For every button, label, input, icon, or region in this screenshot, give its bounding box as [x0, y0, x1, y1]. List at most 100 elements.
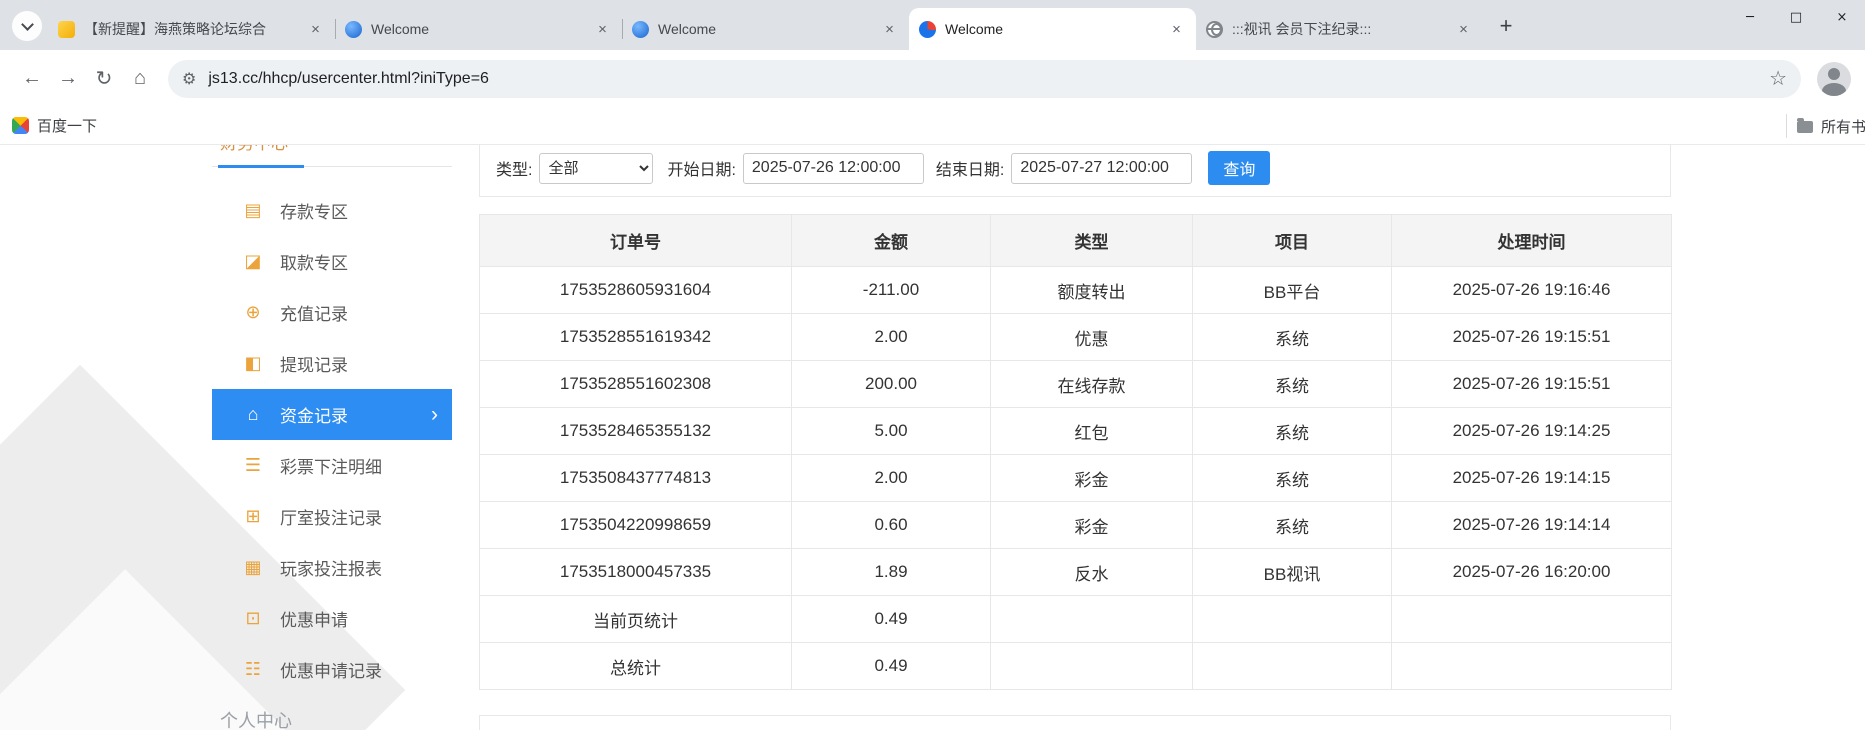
table-cell: [1392, 643, 1672, 690]
withdraw-icon: ◪: [242, 251, 264, 272]
tab-close-icon[interactable]: ×: [593, 20, 612, 39]
table-cell: BB视讯: [1193, 549, 1392, 596]
tab-strip: 【新提醒】海燕策略论坛综合×Welcome×Welcome×Welcome×::…: [0, 0, 1865, 50]
home-button[interactable]: ⌂: [122, 61, 158, 97]
table-row: 1753528605931604-211.00额度转出BB平台2025-07-2…: [480, 267, 1672, 314]
sidebar-item[interactable]: ⊕充值记录: [212, 287, 452, 338]
column-header: 订单号: [480, 215, 792, 267]
table-cell: 2025-07-26 19:16:46: [1392, 267, 1672, 314]
sidebar-item-label: 充值记录: [280, 300, 348, 325]
tab-close-icon[interactable]: ×: [306, 20, 325, 39]
table-cell: 1753518000457335: [480, 549, 792, 596]
sidebar-section-personal-label: 个人中心: [212, 707, 452, 730]
close-button[interactable]: ×: [1819, 0, 1865, 34]
profile-avatar[interactable]: [1817, 62, 1851, 96]
sidebar-item[interactable]: ⊞厅室投注记录: [212, 491, 452, 542]
sidebar-item-label: 取款专区: [280, 249, 348, 274]
table-row: 1753528551602308200.00在线存款系统2025-07-26 1…: [480, 361, 1672, 408]
tab-close-icon[interactable]: ×: [1454, 20, 1473, 39]
promo-record-icon: ☷: [242, 659, 264, 680]
table-cell: 2025-07-26 19:14:14: [1392, 502, 1672, 549]
table-row: 17535284653551325.00红包系统2025-07-26 19:14…: [480, 408, 1672, 455]
browser-tab[interactable]: :::视讯 会员下注纪录:::×: [1196, 8, 1483, 50]
browser-tab[interactable]: Welcome×: [909, 8, 1196, 50]
table-cell: 1753504220998659: [480, 502, 792, 549]
bookmark-label: 百度一下: [37, 115, 97, 136]
tab-close-icon[interactable]: ×: [1167, 20, 1186, 39]
forum-favicon: [58, 21, 75, 38]
sidebar-menu: ▤存款专区 ◪ 取款专区 ⊕充值记录◧提现记录⌂资金记录›☰彩票下注明细⊞厅室投注记录…: [212, 185, 452, 695]
table-cell: [991, 643, 1193, 690]
table-cell: [1392, 596, 1672, 643]
bookmark-baidu[interactable]: 百度一下: [12, 115, 97, 136]
url-bar[interactable]: ⚙ js13.cc/hhcp/usercenter.html?iniType=6…: [168, 60, 1801, 98]
maximize-button[interactable]: □: [1773, 0, 1819, 34]
sidebar-item[interactable]: ◧提现记录: [212, 338, 452, 389]
player-bet-report-icon: ▦: [242, 557, 264, 578]
end-date-label: 结束日期:: [936, 156, 1004, 180]
table-cell: 1753528465355132: [480, 408, 792, 455]
sidebar-item[interactable]: ▤存款专区: [212, 185, 452, 236]
table-cell: 2025-07-26 16:20:00: [1392, 549, 1672, 596]
sidebar-item[interactable]: ☷优惠申请记录: [212, 644, 452, 695]
table-header-row: 订单号金额类型项目处理时间: [480, 215, 1672, 267]
sidebar-item[interactable]: ⌂资金记录›: [212, 389, 452, 440]
table-cell: 0.49: [792, 643, 991, 690]
back-button[interactable]: ←: [14, 61, 50, 97]
browser-tab[interactable]: 【新提醒】海燕策略论坛综合×: [48, 8, 335, 50]
table-cell: 系统: [1193, 408, 1392, 455]
sidebar-item[interactable]: ◪ 取款专区: [212, 236, 452, 287]
tabs-container: 【新提醒】海燕策略论坛综合×Welcome×Welcome×Welcome×::…: [48, 0, 1483, 50]
table-cell: 1753528605931604: [480, 267, 792, 314]
table-cell: 2025-07-26 19:14:25: [1392, 408, 1672, 455]
filter-bar: 类型: 全部 开始日期: 结束日期: 查询: [479, 145, 1671, 197]
table-cell: 彩金: [991, 455, 1193, 502]
table-row: 当前页统计0.49: [480, 596, 1672, 643]
sidebar-item[interactable]: ☰彩票下注明细: [212, 440, 452, 491]
table-row: 17535180004573351.89反水BB视讯2025-07-26 16:…: [480, 549, 1672, 596]
all-bookmarks-button[interactable]: 所有书签: [1786, 114, 1865, 138]
table-row: 总统计0.49: [480, 643, 1672, 690]
reload-button[interactable]: ↻: [86, 61, 122, 97]
table-cell: 2025-07-26 19:14:15: [1392, 455, 1672, 502]
sidebar-section-finance: 财务中心: [212, 145, 452, 167]
table-cell: [991, 596, 1193, 643]
table-cell: 200.00: [792, 361, 991, 408]
table-row: 17535042209986590.60彩金系统2025-07-26 19:14…: [480, 502, 1672, 549]
sidebar-item-label: 提现记录: [280, 351, 348, 376]
table-cell: 2.00: [792, 455, 991, 502]
start-date-input[interactable]: [743, 153, 924, 184]
type-select[interactable]: 全部: [539, 153, 653, 184]
browser-tab[interactable]: Welcome×: [335, 8, 622, 50]
hall-bet-record-icon: ⊞: [242, 506, 264, 527]
site-settings-icon[interactable]: ⚙: [182, 69, 196, 89]
table-cell: 2025-07-26 19:15:51: [1392, 314, 1672, 361]
table-cell: 系统: [1193, 502, 1392, 549]
tab-close-icon[interactable]: ×: [880, 20, 899, 39]
table-cell: -211.00: [792, 267, 991, 314]
page-content: 财务中心 ▤存款专区 ◪ 取款专区 ⊕充值记录◧提现记录⌂资金记录›☰彩票下注明细⊞厅…: [0, 145, 1865, 730]
table-cell: [1193, 596, 1392, 643]
table-cell: 彩金: [991, 502, 1193, 549]
table-body: 1753528605931604-211.00额度转出BB平台2025-07-2…: [480, 267, 1672, 690]
tab-search-chevron-button[interactable]: [12, 11, 42, 41]
column-header: 项目: [1193, 215, 1392, 267]
forward-button[interactable]: →: [50, 61, 86, 97]
table-cell: 在线存款: [991, 361, 1193, 408]
query-button[interactable]: 查询: [1208, 151, 1270, 185]
sidebar-item[interactable]: ⊡优惠申请: [212, 593, 452, 644]
tab-title: Welcome: [658, 21, 874, 37]
browser-tab[interactable]: Welcome ×: [622, 8, 909, 50]
minimize-button[interactable]: ─: [1727, 0, 1773, 34]
sidebar-item[interactable]: ▦玩家投注报表: [212, 542, 452, 593]
main-content: 类型: 全部 开始日期: 结束日期: 查询 订单号金额类型项目处理时间 1753…: [479, 145, 1671, 730]
table-cell: 总统计: [480, 643, 792, 690]
table-cell: 当前页统计: [480, 596, 792, 643]
table-cell: 5.00: [792, 408, 991, 455]
end-date-input[interactable]: [1011, 153, 1192, 184]
bookmark-star-icon[interactable]: ☆: [1769, 66, 1787, 91]
table-cell: 系统: [1193, 314, 1392, 361]
sidebar: 财务中心 ▤存款专区 ◪ 取款专区 ⊕充值记录◧提现记录⌂资金记录›☰彩票下注明细⊞厅…: [212, 145, 452, 730]
new-tab-button[interactable]: +: [1491, 11, 1521, 41]
table-cell: 1753508437774813: [480, 455, 792, 502]
